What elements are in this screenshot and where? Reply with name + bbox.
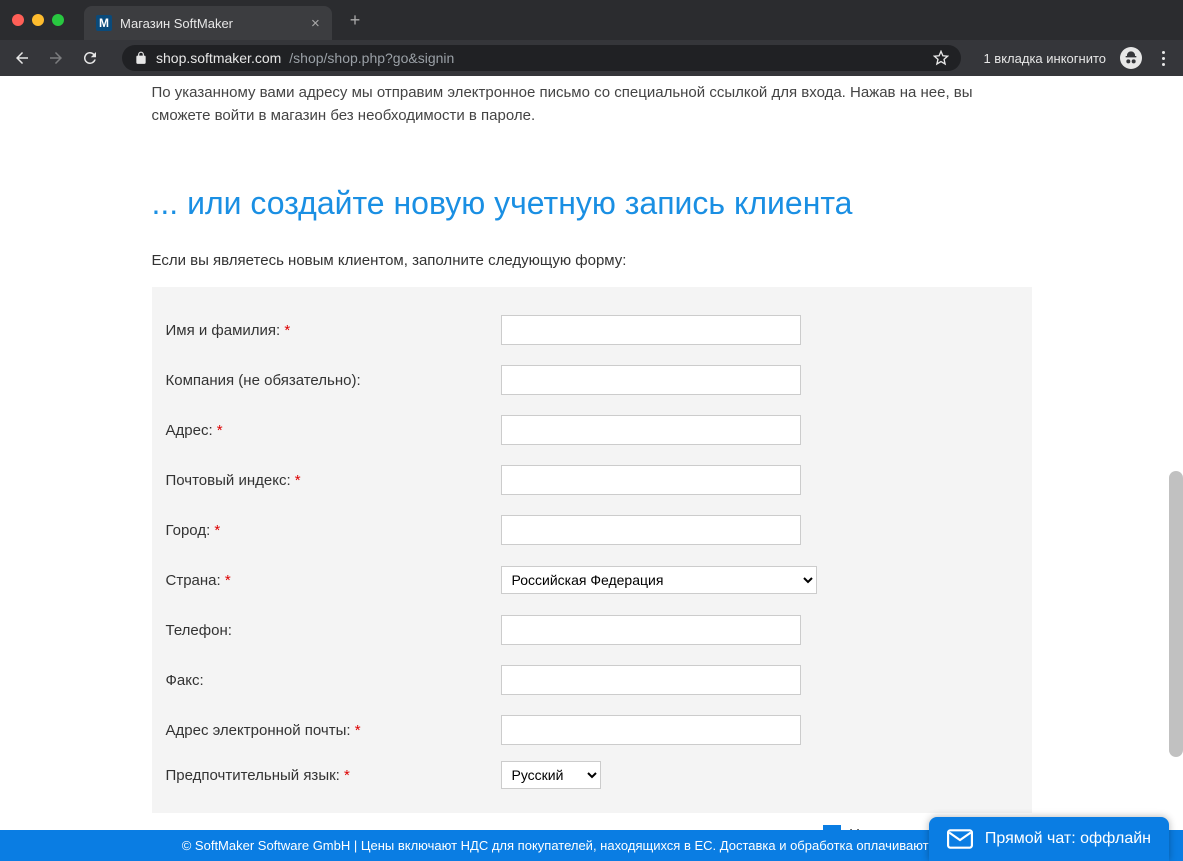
create-account-heading: ... или создайте новую учетную запись кл… <box>152 185 1032 222</box>
city-input[interactable] <box>501 515 801 545</box>
new-tab-button[interactable]: + <box>350 10 361 31</box>
close-window-button[interactable] <box>12 14 24 26</box>
address-bar[interactable]: shop.softmaker.com/shop/shop.php?go&sign… <box>122 45 961 71</box>
postcode-label: Почтовый индекс: * <box>166 472 501 489</box>
magic-link-description: По указанному вами адресу мы отправим эл… <box>152 82 1032 127</box>
form-intro-text: Если вы являетесь новым клиентом, заполн… <box>152 252 1032 269</box>
fax-input[interactable] <box>501 665 801 695</box>
name-input[interactable] <box>501 315 801 345</box>
chat-status-text: Прямой чат: оффлайн <box>985 830 1151 848</box>
browser-tab[interactable]: M Магазин SoftMaker × <box>84 6 332 40</box>
postcode-input[interactable] <box>501 465 801 495</box>
registration-form: Имя и фамилия: * Компания (не обязательн… <box>152 287 1032 813</box>
company-label: Компания (не обязательно): <box>166 372 501 389</box>
address-input[interactable] <box>501 415 801 445</box>
city-label: Город: * <box>166 522 501 539</box>
scrollbar-thumb[interactable] <box>1169 471 1183 757</box>
company-input[interactable] <box>501 365 801 395</box>
phone-input[interactable] <box>501 615 801 645</box>
reload-button[interactable] <box>80 49 100 67</box>
lock-icon <box>134 51 148 65</box>
browser-menu-button[interactable] <box>1156 51 1171 66</box>
phone-label: Телефон: <box>166 622 501 639</box>
email-input[interactable] <box>501 715 801 745</box>
site-favicon: M <box>96 15 112 31</box>
live-chat-widget[interactable]: Прямой чат: оффлайн <box>929 817 1169 861</box>
country-label: Страна: * <box>166 572 501 589</box>
url-path: /shop/shop.php?go&signin <box>289 50 454 66</box>
browser-tab-bar: M Магазин SoftMaker × + <box>0 0 1183 40</box>
window-controls <box>12 14 64 26</box>
tab-title: Магазин SoftMaker <box>120 16 233 31</box>
fax-label: Факс: <box>166 672 501 689</box>
address-label: Адрес: * <box>166 422 501 439</box>
mail-icon <box>947 829 973 849</box>
incognito-label: 1 вкладка инкогнито <box>983 51 1106 66</box>
back-button[interactable] <box>12 49 32 67</box>
name-label: Имя и фамилия: * <box>166 322 501 339</box>
page-content: По указанному вами адресу мы отправим эл… <box>0 76 1183 861</box>
language-select[interactable]: Русский <box>501 761 601 789</box>
close-tab-icon[interactable]: × <box>311 15 320 32</box>
incognito-icon[interactable] <box>1120 47 1142 69</box>
bookmark-icon[interactable] <box>933 50 949 66</box>
browser-toolbar: shop.softmaker.com/shop/shop.php?go&sign… <box>0 40 1183 76</box>
maximize-window-button[interactable] <box>52 14 64 26</box>
forward-button[interactable] <box>46 49 66 67</box>
url-domain: shop.softmaker.com <box>156 50 281 66</box>
email-label: Адрес электронной почты: * <box>166 722 501 739</box>
minimize-window-button[interactable] <box>32 14 44 26</box>
country-select[interactable]: Российская Федерация <box>501 566 817 594</box>
language-label: Предпочтительный язык: * <box>166 767 501 784</box>
